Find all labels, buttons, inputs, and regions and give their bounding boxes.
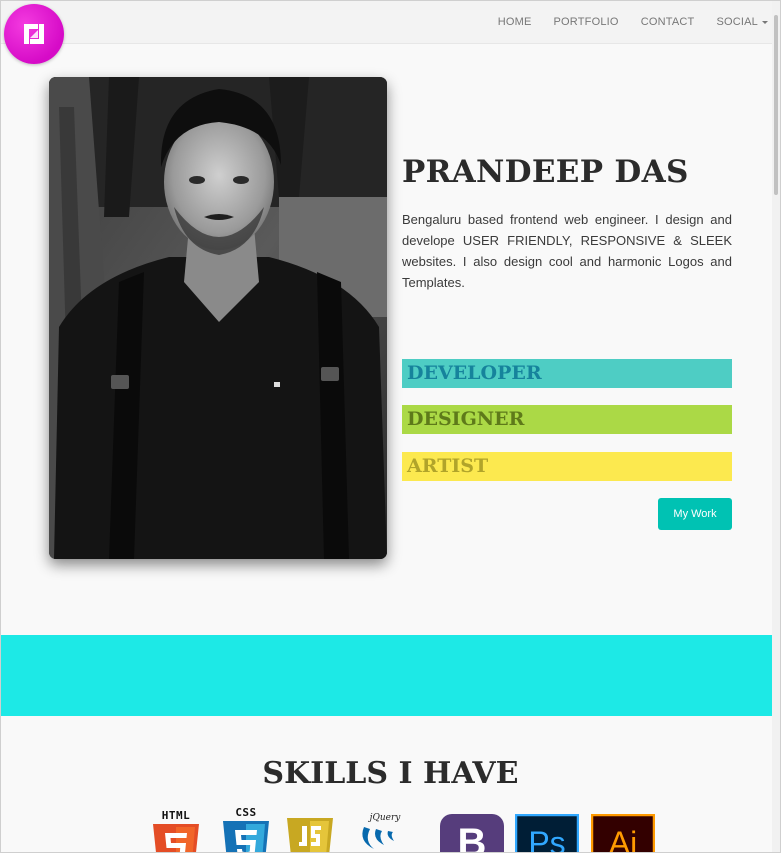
hero-name: PRANDEEP DAS — [402, 154, 689, 190]
photoshop-label: Ps — [528, 825, 565, 853]
illustrator-icon: Ai — [590, 813, 656, 853]
skill-jquery: jQuery — [356, 813, 414, 852]
skill-css-label: CSS — [235, 806, 257, 819]
brand-logo[interactable] — [4, 4, 64, 64]
skill-bootstrap: B — [440, 814, 504, 853]
skill-javascript — [285, 816, 335, 852]
html5-icon — [153, 824, 199, 852]
scrollbar-thumb[interactable] — [774, 15, 778, 195]
page-viewport: HOME PORTFOLIO CONTACT SOCIAL PRANDEEP D… — [0, 0, 781, 853]
illustrator-label: Ai — [609, 825, 637, 853]
my-work-button[interactable]: My Work — [658, 498, 732, 530]
nav-home-link[interactable]: HOME — [498, 16, 532, 28]
svg-text:B: B — [458, 821, 487, 853]
skill-photoshop: Ps — [514, 813, 580, 853]
profile-photo — [49, 77, 387, 559]
jquery-icon — [362, 827, 394, 849]
css3-icon — [223, 821, 269, 852]
nav-contact-link[interactable]: CONTACT — [641, 16, 695, 28]
skill-html5: HTML — [151, 809, 201, 852]
navbar: HOME PORTFOLIO CONTACT SOCIAL — [1, 1, 772, 44]
javascript-icon — [287, 818, 333, 852]
bootstrap-icon: B — [440, 814, 504, 853]
cyan-divider-band — [1, 635, 780, 716]
hero-bio: Bengaluru based frontend web engineer. I… — [402, 212, 732, 290]
role-artist: ARTIST — [402, 452, 732, 481]
skill-html-label: HTML — [161, 809, 191, 822]
jquery-label: jQuery — [369, 813, 401, 823]
caret-down-icon — [762, 20, 768, 24]
nav-portfolio-link[interactable]: PORTFOLIO — [554, 16, 619, 28]
portrait-image — [49, 77, 387, 559]
nav-social-label: SOCIAL — [716, 16, 758, 28]
role-developer: DEVELOPER — [402, 359, 732, 388]
nav-links: HOME PORTFOLIO CONTACT SOCIAL — [476, 1, 768, 43]
skill-css3: CSS — [221, 806, 271, 852]
nav-social-dropdown[interactable]: SOCIAL — [716, 16, 768, 28]
role-designer: DESIGNER — [402, 405, 732, 434]
skills-title: SKILLS I HAVE — [262, 756, 519, 791]
logo-mark-icon — [24, 24, 44, 44]
skill-illustrator: Ai — [590, 813, 656, 853]
photoshop-icon: Ps — [514, 813, 580, 853]
vertical-scrollbar[interactable] — [772, 1, 780, 852]
